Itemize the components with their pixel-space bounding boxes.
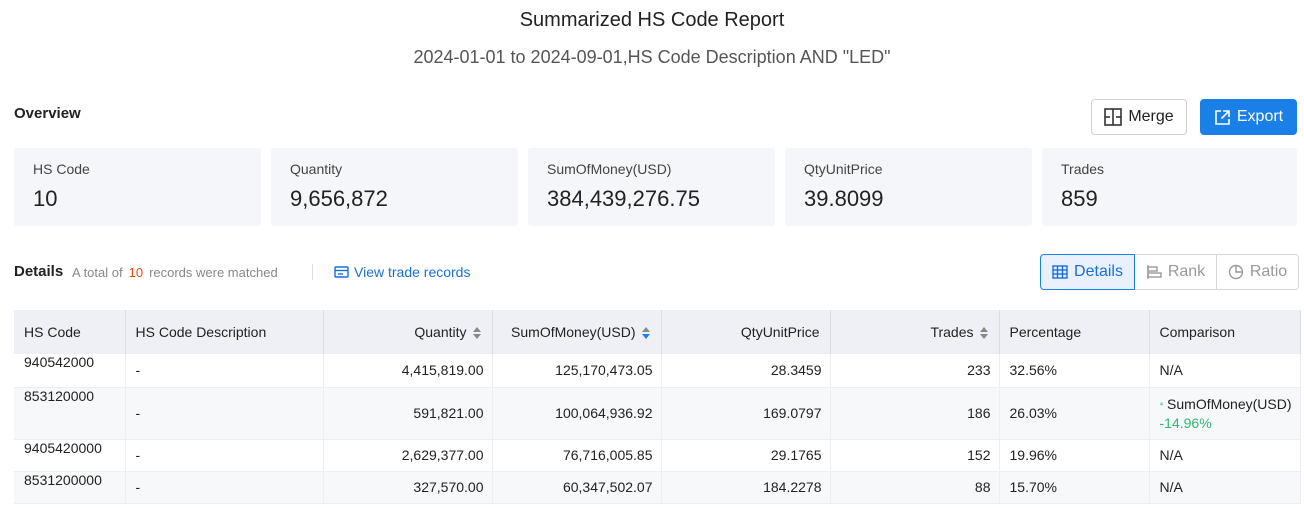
report-subtitle: 2024-01-01 to 2024-09-01,HS Code Descrip…: [413, 47, 891, 67]
merge-button[interactable]: Merge: [1091, 99, 1187, 135]
sort-icon[interactable]: [979, 326, 989, 340]
view-toggle-rank-label: Rank: [1167, 263, 1206, 280]
view-toggle-details[interactable]: Details: [1040, 254, 1135, 290]
cell-hs-code[interactable]: 9405420000: [14, 439, 126, 472]
column-header-hs-code[interactable]: HS Code: [14, 310, 126, 354]
column-header-qty-unit-price[interactable]: QtyUnitPrice: [661, 310, 831, 354]
overview-card-qty-unit-price: QtyUnitPrice 39.8099: [785, 148, 1032, 226]
matched-prefix: A total of: [72, 265, 123, 280]
comparison-metric[interactable]: SumOfMoney(USD): [1159, 395, 1292, 412]
column-header-comparison[interactable]: Comparison: [1149, 310, 1301, 354]
table-row[interactable]: 940542000 - 4,415,819.00 125,170,473.05 …: [14, 354, 1301, 388]
export-label: Export: [1236, 108, 1284, 125]
cell-percentage: 19.96%: [999, 439, 1150, 472]
view-toggle-details-label: Details: [1074, 263, 1123, 280]
hs-code-table: HS Code HS Code Description Quantity Sum…: [14, 310, 1301, 504]
card-label: SumOfMoney(USD): [547, 161, 672, 177]
cell-trades: 233: [830, 354, 1000, 388]
comparison-percent: -14.96%: [1159, 414, 1212, 431]
column-header-sum-of-money[interactable]: SumOfMoney(USD): [492, 310, 662, 354]
cell-sum-of-money: 100,064,936.92: [492, 387, 662, 440]
sort-icon[interactable]: [472, 326, 482, 340]
card-label: Quantity: [290, 161, 343, 177]
cell-trades: 88: [830, 471, 1000, 504]
divider: [312, 264, 313, 280]
cell-hs-code[interactable]: 8531200000: [14, 471, 126, 504]
cell-comparison: N/A: [1149, 354, 1301, 388]
view-toggle-rank[interactable]: Rank: [1135, 254, 1217, 290]
view-toggle-ratio-label: Ratio: [1249, 263, 1288, 280]
table-row[interactable]: 9405420000 - 2,629,377.00 76,716,005.85 …: [14, 439, 1301, 472]
table-icon: [1052, 265, 1068, 279]
column-header-percentage[interactable]: Percentage: [999, 310, 1150, 354]
column-header-trades[interactable]: Trades: [830, 310, 1000, 354]
cell-quantity: 591,821.00: [323, 387, 493, 440]
records-icon: [334, 265, 349, 278]
card-value: 859: [1061, 186, 1098, 211]
cell-description: -: [125, 354, 324, 388]
cell-trades: 186: [830, 387, 1000, 440]
overview-card-hs-code: HS Code 10: [14, 148, 261, 226]
view-trade-records-label: View trade records: [354, 264, 471, 280]
view-toggle-ratio[interactable]: Ratio: [1216, 254, 1299, 290]
cell-percentage: 32.56%: [999, 354, 1150, 388]
cell-sum-of-money: 125,170,473.05: [492, 354, 662, 388]
cell-quantity: 4,415,819.00: [323, 354, 493, 388]
cell-percentage: 15.70%: [999, 471, 1150, 504]
cell-hs-code[interactable]: 853120000: [14, 387, 126, 440]
cell-qty-unit-price: 29.1765: [661, 439, 831, 472]
export-button[interactable]: Export: [1200, 99, 1297, 135]
card-value: 39.8099: [804, 186, 884, 211]
cell-qty-unit-price: 28.3459: [661, 354, 831, 388]
card-label: QtyUnitPrice: [804, 161, 883, 177]
cell-description: -: [125, 439, 324, 472]
column-header-description[interactable]: HS Code Description: [125, 310, 324, 354]
overview-heading: Overview: [14, 105, 81, 122]
cell-quantity: 327,570.00: [323, 471, 493, 504]
overview-card-quantity: Quantity 9,656,872: [271, 148, 518, 226]
cell-comparison: N/A: [1149, 471, 1301, 504]
rank-icon: [1147, 265, 1162, 279]
cell-sum-of-money: 76,716,005.85: [492, 439, 662, 472]
sort-icon[interactable]: [641, 326, 651, 340]
cell-comparison: N/A: [1149, 439, 1301, 472]
cell-quantity: 2,629,377.00: [323, 439, 493, 472]
card-value: 9,656,872: [290, 186, 388, 211]
table-row[interactable]: 853120000 - 591,821.00 100,064,936.92 16…: [14, 387, 1301, 440]
pie-chart-icon: [1228, 264, 1244, 280]
overview-card-sum-of-money: SumOfMoney(USD) 384,439,276.75: [528, 148, 775, 226]
card-value: 384,439,276.75: [547, 186, 700, 211]
merge-icon: [1104, 108, 1123, 126]
comparison-label: SumOfMoney(USD): [1167, 395, 1292, 412]
details-heading: Details: [14, 263, 64, 280]
matched-count: 10: [128, 265, 144, 280]
card-label: Trades: [1061, 161, 1105, 177]
cell-hs-code[interactable]: 940542000: [14, 354, 126, 388]
card-label: HS Code: [33, 161, 90, 177]
trend-chart-icon: [1159, 402, 1163, 406]
cell-description: -: [125, 471, 324, 504]
cell-comparison: SumOfMoney(USD) -14.96%: [1149, 387, 1301, 440]
cell-percentage: 26.03%: [999, 387, 1150, 440]
cell-sum-of-money: 60,347,502.07: [492, 471, 662, 504]
merge-label: Merge: [1128, 108, 1174, 125]
cell-qty-unit-price: 184.2278: [661, 471, 831, 504]
view-trade-records-link[interactable]: View trade records: [334, 264, 470, 280]
card-value: 10: [33, 186, 58, 211]
report-title: Summarized HS Code Report: [519, 9, 785, 31]
cell-description: -: [125, 387, 324, 440]
export-icon: [1215, 109, 1230, 125]
cell-qty-unit-price: 169.0797: [661, 387, 831, 440]
cell-trades: 152: [830, 439, 1000, 472]
column-header-quantity[interactable]: Quantity: [323, 310, 493, 354]
matched-suffix: records were matched: [149, 265, 278, 280]
records-matched-text: A total of 10 records were matched: [72, 265, 278, 280]
table-row[interactable]: 8531200000 - 327,570.00 60,347,502.07 18…: [14, 471, 1301, 504]
table-header-row: HS Code HS Code Description Quantity Sum…: [14, 310, 1301, 354]
overview-card-trades: Trades 859: [1042, 148, 1297, 226]
